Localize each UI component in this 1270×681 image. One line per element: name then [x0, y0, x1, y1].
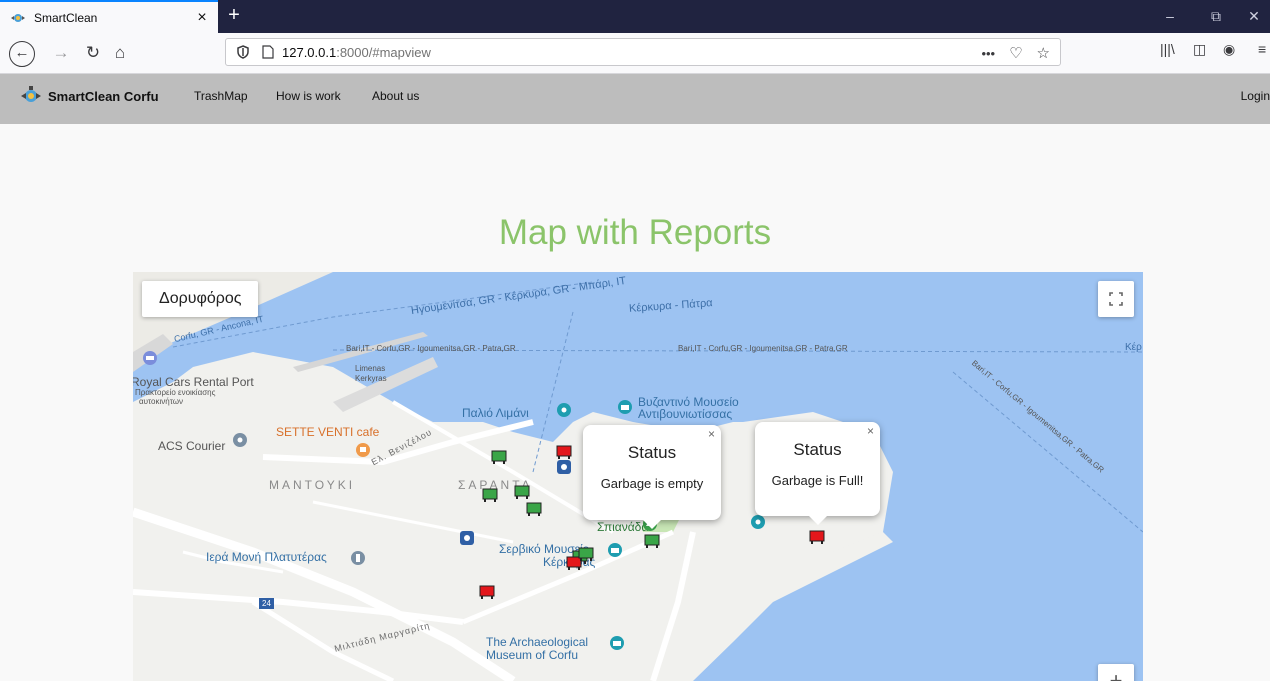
camera-pin-icon[interactable] — [555, 402, 573, 420]
map-label-royal-cars: Royal Cars Rental Port — [133, 375, 254, 389]
window-restore-button[interactable]: ⧉ — [1196, 0, 1236, 33]
map-label-ferry-route: Bari,IT - Corfu,GR - Igoumenitsa,GR - Pa… — [678, 344, 848, 353]
map-label-archaeological-museum: The Archaeological — [486, 635, 589, 649]
garbage-empty-marker-icon[interactable] — [643, 531, 661, 549]
window-minimize-button[interactable]: – — [1150, 0, 1190, 33]
monastery-pin-icon[interactable] — [349, 550, 367, 568]
url-text: 127.0.0.1:8000/#mapview — [282, 44, 431, 60]
map-label-kerkyra-edge: Κέρ — [1125, 342, 1142, 353]
info-window-tail — [809, 516, 827, 525]
garbage-full-marker-icon[interactable] — [478, 582, 496, 600]
menu-icon[interactable]: ≡ — [1258, 41, 1266, 57]
nav-how-is-work[interactable]: How is work — [276, 74, 341, 118]
browser-tab[interactable]: SmartClean × — [0, 0, 218, 33]
fullscreen-icon — [1109, 292, 1123, 306]
info-window-title: Status — [627, 443, 677, 462]
library-icon[interactable]: |||\ — [1160, 41, 1175, 57]
pocket-icon[interactable]: ♡ — [1009, 44, 1022, 62]
garbage-empty-marker-icon[interactable] — [513, 482, 531, 500]
reload-icon[interactable]: ↻ — [79, 39, 107, 67]
page-info-icon[interactable] — [262, 45, 274, 59]
brand-link[interactable]: SmartClean Corfu — [20, 74, 159, 118]
map-label-limenas: Kerkyras — [355, 374, 387, 383]
back-arrow-icon[interactable]: ← — [9, 41, 35, 67]
status-info-window: × Status Garbage is Full! — [755, 422, 880, 525]
recycle-bin-marker-icon[interactable] — [555, 458, 573, 476]
map-label-road-24: 24 — [259, 598, 274, 609]
forward-arrow-icon[interactable]: → — [47, 39, 75, 67]
map-label-ferry-route: Bari,IT - Corfu,GR - Igoumenitsa,GR - Pa… — [346, 344, 516, 353]
map-label-mantouki: ΜΑΝΤΟΥΚΙ — [269, 478, 356, 492]
info-window-tail — [643, 520, 661, 529]
zoom-in-button[interactable]: + — [1098, 664, 1134, 681]
satellite-view-button[interactable]: Δορυφόρος — [142, 281, 259, 317]
info-window-body: Garbage is Full! — [771, 473, 864, 488]
account-icon[interactable]: ◉ — [1223, 41, 1235, 58]
smartclean-favicon-icon — [11, 13, 25, 22]
recycle-bin-marker-icon[interactable] — [458, 529, 476, 547]
fullscreen-button[interactable] — [1098, 281, 1134, 317]
garbage-full-marker-icon[interactable] — [808, 527, 826, 545]
status-info-window: × Status Garbage is empty — [583, 425, 721, 529]
museum-pin-icon[interactable] — [608, 635, 626, 653]
tab-close-icon[interactable]: × — [192, 9, 212, 27]
bookmark-star-icon[interactable]: ☆ — [1037, 44, 1050, 62]
museum-pin-icon[interactable] — [606, 542, 624, 560]
page-title: Map with Reports — [498, 213, 772, 253]
garbage-empty-marker-icon[interactable] — [481, 485, 499, 503]
map-label-limenas: Limenas — [355, 364, 386, 373]
browser-tab-bar: SmartClean × + – ⧉ ✕ — [0, 0, 1270, 33]
map-label-royal-cars: Πρακτορείο ενοικίασης — [135, 388, 216, 397]
garbage-empty-marker-icon[interactable] — [525, 499, 543, 517]
map-label-acs-courier: ACS Courier — [158, 439, 226, 453]
map-label-moni-platyteras: Ιερά Μονή Πλατυτέρας — [206, 550, 327, 564]
tab-title: SmartClean — [34, 10, 98, 25]
camera-pin-icon[interactable] — [749, 514, 767, 532]
map-view[interactable]: Ηγουμενίτσα, GR - Κέρκυρα, GR - Μπάρι, I… — [133, 272, 1143, 681]
car-rental-pin-icon[interactable] — [141, 350, 159, 368]
map-label-old-port: Παλιό Λιμάνι — [462, 406, 529, 420]
url-bar[interactable]: 127.0.0.1:8000/#mapview ••• ♡ ☆ — [225, 38, 1061, 66]
brand-name: SmartClean Corfu — [48, 88, 159, 104]
info-window-close-icon[interactable]: × — [867, 424, 874, 438]
garbage-empty-marker-icon[interactable] — [490, 447, 508, 465]
museum-pin-icon[interactable] — [616, 399, 634, 417]
garbage-empty-marker-icon[interactable] — [577, 544, 595, 562]
home-icon[interactable]: ⌂ — [106, 39, 134, 67]
map-label-byzantine-museum: Αντιβουνιωτίσσας — [638, 407, 733, 421]
info-window-body: Garbage is empty — [600, 476, 704, 491]
page-actions-icon[interactable]: ••• — [981, 46, 995, 61]
map-label-archaeological-museum: Museum of Corfu — [486, 648, 579, 662]
info-window-close-icon[interactable]: × — [708, 427, 715, 441]
browser-toolbar: ← → ↻ ⌂ 127.0.0.1:8000/#mapview ••• ♡ ☆ … — [0, 33, 1270, 74]
tracking-shield-icon[interactable] — [236, 45, 250, 59]
window-close-button[interactable]: ✕ — [1238, 0, 1270, 33]
info-window-title: Status — [793, 440, 842, 459]
cafe-pin-icon[interactable] — [354, 442, 372, 460]
nav-about-us[interactable]: About us — [372, 74, 419, 118]
sidebar-icon[interactable]: ◫ — [1193, 41, 1206, 58]
map-label-sette-venti: SETTE VENTI cafe — [276, 425, 380, 439]
map-label-royal-cars: αυτοκινήτων — [139, 397, 184, 406]
site-navbar: SmartClean Corfu TrashMap How is work Ab… — [0, 74, 1270, 124]
login-link[interactable]: Login — [1241, 74, 1270, 118]
nav-trashmap[interactable]: TrashMap — [194, 74, 248, 118]
smartclean-logo-icon — [21, 86, 41, 102]
new-tab-button[interactable]: + — [222, 3, 246, 29]
poi-pin-icon[interactable] — [231, 432, 249, 450]
